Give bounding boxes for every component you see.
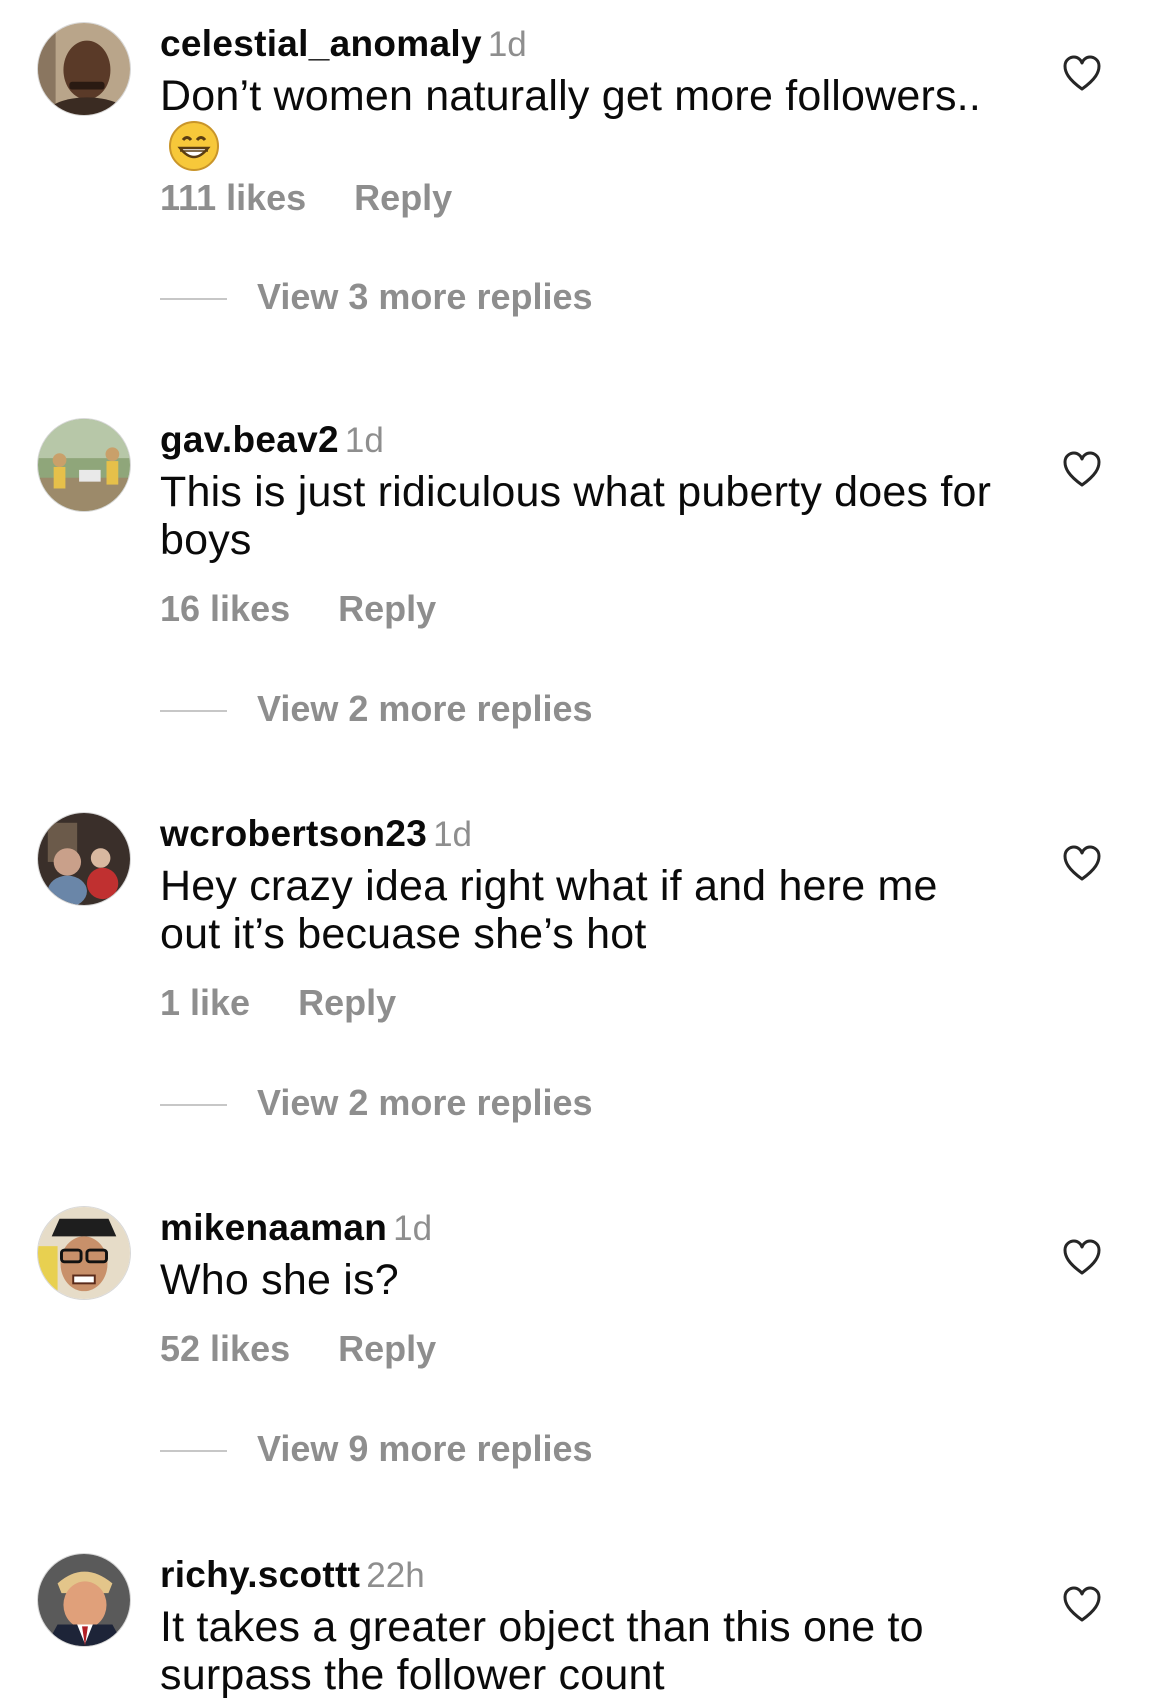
divider-line — [160, 710, 227, 713]
comment-actions: 111 likes Reply — [160, 177, 452, 219]
heart-icon[interactable] — [1062, 54, 1102, 94]
divider-line — [160, 1104, 227, 1107]
comment-body: This is just ridiculous what puberty doe… — [160, 468, 992, 564]
comment-actions: 1 like Reply — [160, 982, 396, 1024]
view-replies-button[interactable]: View 9 more replies — [160, 1428, 593, 1470]
view-replies-label: View 9 more replies — [257, 1428, 593, 1469]
comment-header: wcrobertson23 1d — [160, 812, 472, 864]
view-replies-label: View 2 more replies — [257, 688, 593, 729]
view-replies-button[interactable]: View 2 more replies — [160, 1082, 593, 1124]
comment-actions: 52 likes Reply — [160, 1328, 436, 1370]
reply-button[interactable]: Reply — [298, 982, 396, 1023]
username[interactable]: mikenaaman — [160, 1207, 387, 1248]
username[interactable]: gav.beav2 — [160, 419, 339, 460]
timestamp: 1d — [433, 815, 473, 854]
avatar[interactable] — [37, 1206, 131, 1300]
reply-button[interactable]: Reply — [338, 1328, 436, 1369]
comment-text: Hey crazy idea right what if and here me… — [160, 862, 1010, 958]
like-count[interactable]: 52 likes — [160, 1328, 290, 1369]
comment-body: Don’t women naturally get more followers… — [160, 72, 981, 120]
timestamp: 1d — [487, 25, 527, 64]
comment-text: This is just ridiculous what puberty doe… — [160, 468, 1010, 564]
reply-button[interactable]: Reply — [338, 588, 436, 629]
timestamp: 22h — [366, 1556, 425, 1595]
divider-line — [160, 1450, 227, 1453]
username[interactable]: celestial_anomaly — [160, 23, 482, 64]
comment-header: celestial_anomaly 1d — [160, 22, 527, 74]
comment-text: It takes a greater object than this one … — [160, 1603, 1010, 1699]
divider-line — [160, 298, 227, 301]
heart-icon[interactable] — [1062, 844, 1102, 884]
username[interactable]: richy.scottt — [160, 1554, 360, 1595]
view-replies-button[interactable]: View 2 more replies — [160, 688, 593, 730]
timestamp: 1d — [344, 421, 384, 460]
comment-body: Hey crazy idea right what if and here me… — [160, 862, 938, 958]
comment-text: Who she is? — [160, 1256, 1010, 1304]
like-count[interactable]: 111 likes — [160, 177, 306, 218]
view-replies-label: View 3 more replies — [257, 276, 593, 317]
heart-icon[interactable] — [1062, 450, 1102, 490]
avatar[interactable] — [37, 418, 131, 512]
grinning-face-emoji-icon — [168, 120, 220, 172]
reply-button[interactable]: Reply — [354, 177, 452, 218]
avatar[interactable] — [37, 22, 131, 116]
comment-header: gav.beav2 1d — [160, 418, 384, 470]
comment-header: richy.scottt 22h — [160, 1553, 425, 1605]
view-replies-button[interactable]: View 3 more replies — [160, 276, 593, 318]
heart-icon[interactable] — [1062, 1585, 1102, 1625]
timestamp: 1d — [393, 1209, 433, 1248]
view-replies-label: View 2 more replies — [257, 1082, 593, 1123]
comment-actions: 16 likes Reply — [160, 588, 436, 630]
like-count[interactable]: 16 likes — [160, 588, 290, 629]
username[interactable]: wcrobertson23 — [160, 813, 427, 854]
comment-body: It takes a greater object than this one … — [160, 1603, 924, 1699]
heart-icon[interactable] — [1062, 1238, 1102, 1278]
avatar[interactable] — [37, 812, 131, 906]
like-count[interactable]: 1 like — [160, 982, 250, 1023]
comment-body: Who she is? — [160, 1256, 399, 1304]
comment-text: Don’t women naturally get more followers… — [160, 72, 1010, 172]
comment-header: mikenaaman 1d — [160, 1206, 432, 1258]
avatar[interactable] — [37, 1553, 131, 1647]
